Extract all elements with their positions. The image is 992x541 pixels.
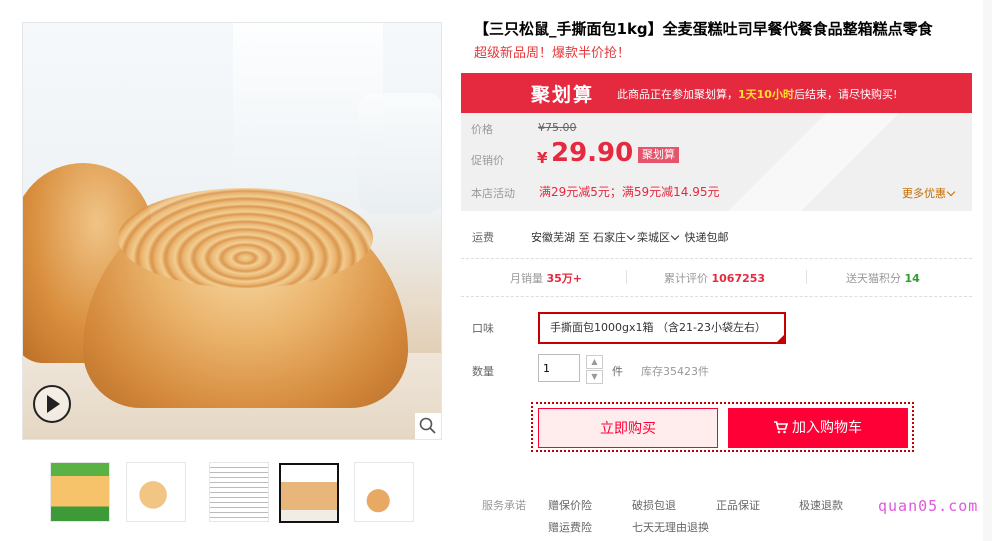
- promo-text-before: 此商品正在参加聚划算，: [617, 88, 738, 101]
- divider: [626, 270, 627, 284]
- review-count-label: 累计评价: [664, 272, 708, 285]
- juhuasuan-logo: 聚划算: [531, 84, 595, 106]
- monthly-sales: 月销量 35万+: [510, 270, 582, 286]
- tmall-points-label: 送天猫积分: [846, 272, 901, 285]
- review-count[interactable]: 累计评价 1067253: [664, 270, 765, 286]
- original-price: ¥75.00: [538, 121, 577, 134]
- flavor-label: 口味: [472, 322, 494, 335]
- add-to-cart-button[interactable]: 加入购物车: [728, 408, 908, 448]
- chevron-down-icon: [626, 231, 636, 241]
- price-panel: 价格 ¥75.00 促销价 ¥ 29.90 聚划算 本店活动 满29元减5元；满…: [461, 113, 972, 211]
- service-item[interactable]: 赠保价险: [548, 497, 592, 513]
- shipping-to: 至: [578, 231, 590, 244]
- service-item[interactable]: 破损包退: [632, 497, 676, 513]
- promo-price: 29.90: [551, 138, 634, 168]
- zoom-button[interactable]: [415, 413, 441, 439]
- shipping-method: 快递包邮: [684, 231, 729, 244]
- city-select[interactable]: 石家庄: [593, 231, 637, 244]
- chevron-down-icon: [670, 231, 680, 241]
- monthly-sales-label: 月销量: [510, 272, 543, 285]
- quantity-increase-button[interactable]: ▲: [586, 355, 603, 369]
- service-label: 服务承诺: [482, 499, 526, 512]
- divider: [806, 270, 807, 284]
- page-right-edge: [983, 0, 992, 541]
- tmall-points: 送天猫积分 14: [846, 270, 920, 286]
- thumbnail-1[interactable]: [50, 462, 110, 522]
- buy-now-button[interactable]: 立即购买: [538, 408, 718, 448]
- tmall-points-value: 14: [904, 272, 920, 285]
- product-title: 【三只松鼠_手撕面包1kg】全麦蛋糕吐司早餐代餐食品整箱糕点零食: [474, 20, 933, 38]
- more-offers-label: 更多优惠: [902, 187, 946, 200]
- stock-count: 库存35423件: [641, 365, 709, 378]
- price-label: 价格: [471, 123, 493, 136]
- add-to-cart-label: 加入购物车: [792, 420, 862, 436]
- activity-label: 本店活动: [471, 187, 515, 200]
- main-product-image[interactable]: [22, 22, 442, 440]
- quantity-input[interactable]: [538, 354, 580, 382]
- district-select[interactable]: 栾城区: [637, 231, 681, 244]
- quantity-label: 数量: [472, 365, 494, 378]
- divider: [461, 296, 972, 297]
- chevron-down-icon: [946, 187, 956, 197]
- currency-sign: ¥: [537, 149, 548, 167]
- shipping-label: 运费: [472, 231, 494, 244]
- play-icon[interactable]: [33, 385, 71, 423]
- service-item[interactable]: 正品保证: [716, 497, 760, 513]
- quantity-decrease-button[interactable]: ▼: [586, 370, 603, 384]
- review-count-value: 1067253: [711, 272, 766, 285]
- activity-text: 满29元减5元；满59元减14.95元: [539, 185, 720, 199]
- service-item[interactable]: 赠运费险: [548, 519, 592, 535]
- flavor-option-selected[interactable]: 手撕面包1000gx1箱 （含21-23小袋左右）: [538, 312, 786, 344]
- site-watermark: quan05.com: [878, 497, 979, 515]
- product-subtitle: 超级新品周！爆款半价抢！: [474, 46, 631, 61]
- city-label: 石家庄: [593, 231, 626, 244]
- promo-text-after: 后结束，请尽快购买!: [793, 88, 898, 101]
- cart-icon: [774, 421, 789, 434]
- service-item[interactable]: 极速退款: [799, 497, 843, 513]
- promo-countdown-text: 此商品正在参加聚划算，1天10小时后结束，请尽快购买!: [617, 86, 897, 102]
- thumbnail-5[interactable]: [354, 462, 414, 522]
- juhuasuan-tag: 聚划算: [638, 147, 679, 163]
- magnifier-icon: [419, 417, 436, 434]
- bread-swirl-top: [118, 188, 373, 288]
- shipping-row: 安徽芜湖 至 石家庄 栾城区 快递包邮: [531, 229, 729, 245]
- promo-price-label: 促销价: [471, 154, 504, 167]
- juhuasuan-banner: 聚划算 此商品正在参加聚划算，1天10小时后结束，请尽快购买!: [461, 73, 972, 113]
- quantity-unit: 件: [612, 365, 623, 378]
- more-offers-link[interactable]: 更多优惠: [902, 185, 957, 201]
- thumbnail-2[interactable]: [126, 462, 186, 522]
- background-jar: [358, 93, 441, 213]
- thumbnail-3[interactable]: [209, 462, 269, 522]
- district-label: 栾城区: [637, 231, 670, 244]
- thumbnail-4-selected[interactable]: [279, 463, 339, 523]
- shipping-origin: 安徽芜湖: [531, 231, 575, 244]
- promo-countdown: 1天10小时: [738, 88, 794, 101]
- monthly-sales-value: 35万+: [546, 272, 583, 285]
- divider: [461, 258, 972, 259]
- service-item[interactable]: 七天无理由退换: [632, 519, 709, 535]
